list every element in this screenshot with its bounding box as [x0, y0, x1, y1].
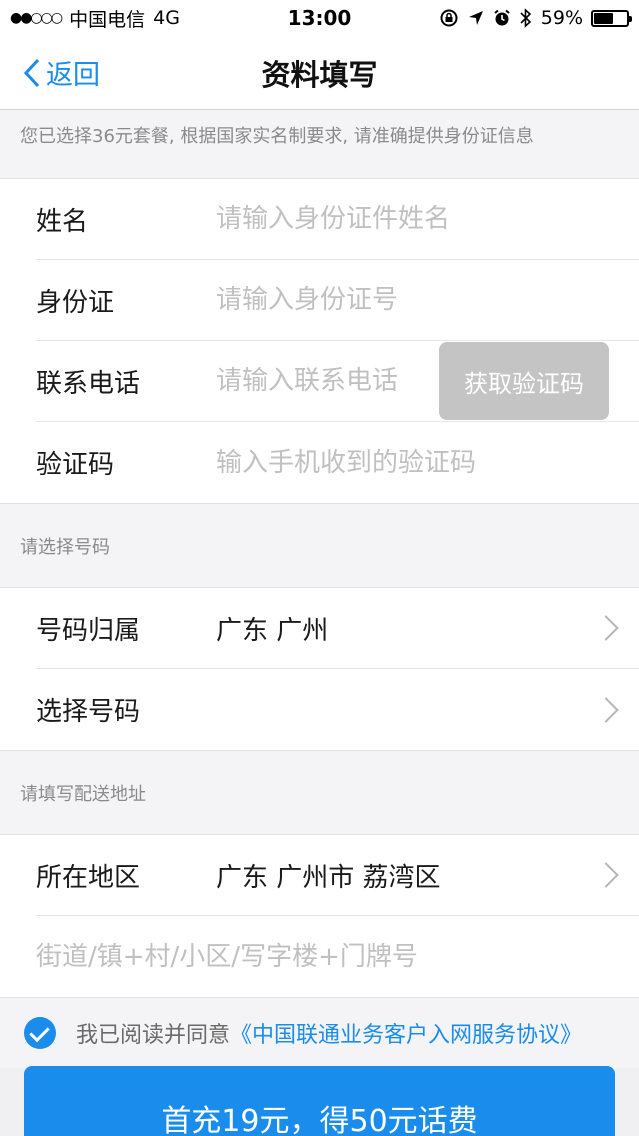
back-button[interactable]: 返回 — [22, 36, 100, 109]
area-value: 广东 广州市 荔湾区 — [216, 862, 441, 893]
id-card-label: 身份证 — [36, 287, 115, 318]
phone-label: 联系电话 — [36, 368, 141, 399]
name-input[interactable] — [216, 204, 639, 234]
chevron-right-icon — [593, 696, 619, 723]
number-region-row[interactable]: 号码归属 广东 广州 — [36, 588, 639, 669]
battery-icon — [591, 9, 632, 27]
battery-percent: 59% — [540, 7, 583, 29]
battery-fill — [594, 12, 613, 24]
phone-row: 联系电话 获取验证码 — [36, 341, 639, 422]
name-label: 姓名 — [36, 206, 89, 237]
agreement-row: 我已阅读并同意 《中国联通业务客户入网服务协议》 — [0, 998, 639, 1068]
page-title: 资料填写 — [261, 57, 378, 92]
status-time: 13:00 — [287, 6, 352, 30]
select-number-row[interactable]: 选择号码 — [36, 669, 639, 750]
id-card-input[interactable] — [216, 285, 639, 315]
agreement-prefix: 我已阅读并同意 — [76, 1023, 231, 1048]
number-section-header: 请选择号码 — [0, 504, 639, 587]
network-type: 4G — [153, 7, 180, 29]
navigation-bar: 返回 资料填写 — [0, 36, 639, 110]
bluetooth-icon — [520, 8, 531, 28]
signal-strength-icon: ●●○○○ — [10, 10, 63, 26]
status-right: 59% — [439, 7, 632, 29]
get-code-button[interactable]: 获取验证码 — [439, 342, 609, 420]
package-notice: 您已选择36元套餐, 根据国家实名制要求, 请准确提供身份证信息 — [0, 110, 639, 178]
alarm-icon — [494, 9, 510, 26]
verification-code-row: 验证码 — [36, 422, 639, 503]
location-arrow-icon — [468, 11, 483, 25]
id-card-row: 身份证 — [36, 260, 639, 341]
number-region-label: 号码归属 — [36, 615, 141, 646]
phone-input[interactable] — [216, 366, 441, 396]
address-form: 所在地区 广东 广州市 荔湾区 — [0, 834, 639, 998]
agreement-link[interactable]: 《中国联通业务客户入网服务协议》 — [230, 1017, 582, 1049]
chevron-left-icon — [23, 58, 40, 87]
verification-code-input[interactable] — [216, 447, 639, 478]
status-left: ●●○○○ 中国电信 4G — [10, 5, 180, 32]
area-label: 所在地区 — [36, 862, 141, 893]
address-section-header: 请填写配送地址 — [0, 751, 639, 834]
number-selection: 号码归属 广东 广州 选择号码 — [0, 587, 639, 751]
agreement-checkbox[interactable] — [24, 1017, 56, 1049]
select-number-label: 选择号码 — [36, 697, 141, 727]
verification-code-label: 验证码 — [36, 450, 115, 480]
submit-button[interactable]: 首充19元，得50元话费 — [24, 1066, 615, 1136]
status-bar: ●●○○○ 中国电信 4G 13:00 59% — [0, 0, 639, 36]
name-row: 姓名 — [36, 179, 639, 260]
number-region-value: 广东 广州 — [216, 615, 329, 646]
identity-form: 姓名 身份证 联系电话 获取验证码 验证码 — [0, 178, 639, 504]
area-row[interactable]: 所在地区 广东 广州市 荔湾区 — [36, 835, 639, 916]
back-label: 返回 — [46, 60, 100, 91]
street-row — [36, 916, 639, 997]
rotation-lock-icon — [440, 9, 458, 27]
street-address-input[interactable] — [36, 941, 639, 972]
carrier-name: 中国电信 — [69, 8, 146, 31]
